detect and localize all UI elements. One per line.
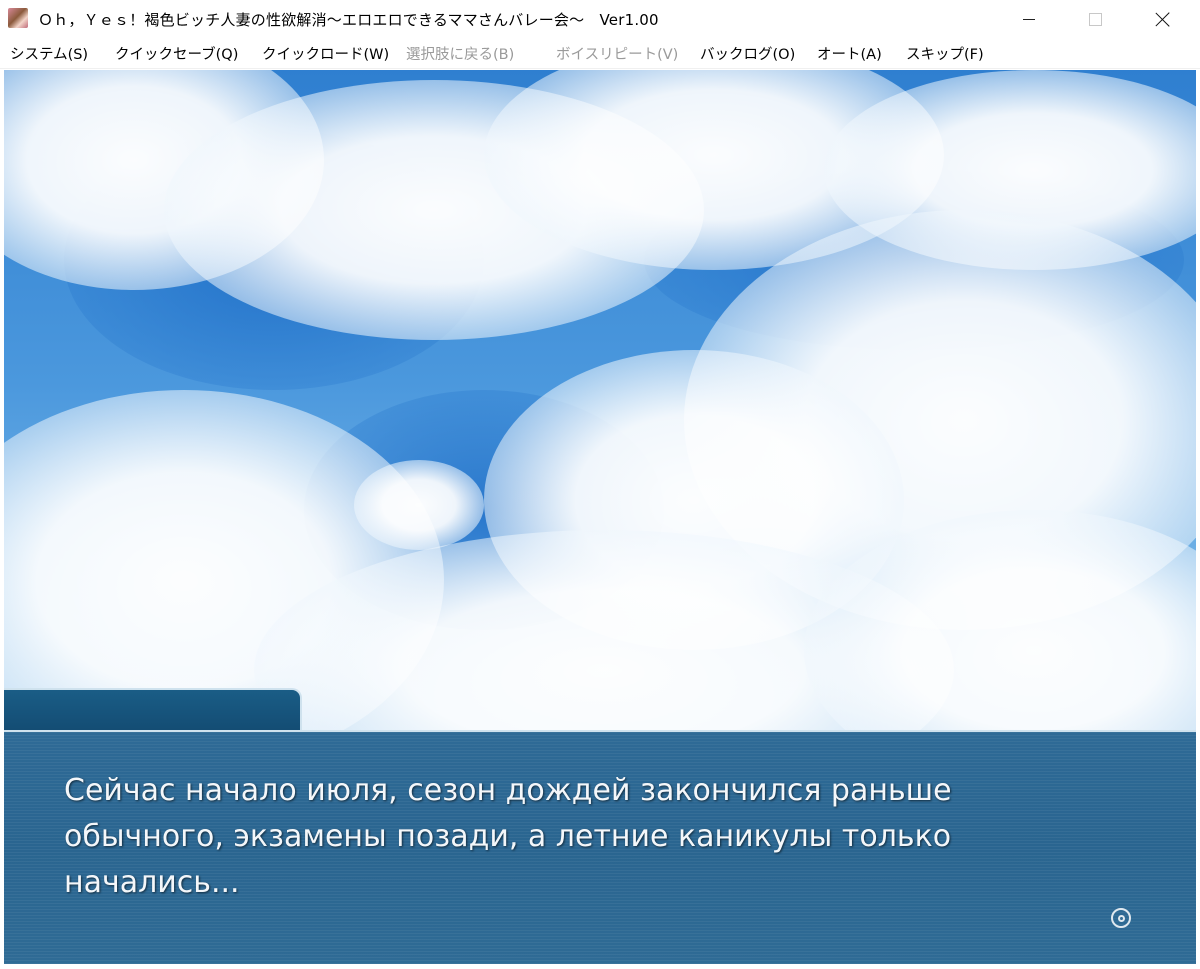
next-page-icon[interactable] <box>1111 908 1131 928</box>
menu-quick-load[interactable]: クイックロード(W) <box>262 43 389 64</box>
close-icon <box>1155 11 1171 27</box>
window-title: Ｏｈ，Ｙｅｓ！褐色ビッチ人妻の性欲解消～エロエロできるママさんバレー会～ Ver… <box>38 11 659 29</box>
maximize-icon <box>1088 12 1102 26</box>
menu-skip[interactable]: スキップ(F) <box>906 43 984 64</box>
maximize-button[interactable] <box>1062 0 1128 38</box>
menu-quick-save[interactable]: クイックセーブ(Q) <box>115 43 238 64</box>
message-line: начались... <box>64 865 240 900</box>
menu-bar: システム(S) クイックセーブ(Q) クイックロード(W) 選択肢に戻る(B) … <box>0 38 1200 69</box>
menu-return-to-choice: 選択肢に戻る(B) <box>406 47 515 63</box>
message-text: Сейчас начало июля, сезон дождей закончи… <box>64 768 1024 906</box>
menu-auto[interactable]: オート(A) <box>817 43 882 64</box>
cloud <box>354 460 484 550</box>
minimize-icon <box>1023 18 1035 20</box>
menu-voice-repeat: ボイスリピート(V) <box>556 47 679 63</box>
message-window[interactable]: Сейчас начало июля, сезон дождей закончи… <box>4 730 1196 964</box>
menu-backlog[interactable]: バックログ(O) <box>700 43 795 64</box>
message-line: Сейчас начало июля, сезон дождей закончи… <box>64 773 952 808</box>
close-button[interactable] <box>1130 0 1196 38</box>
speaker-name-tab <box>4 688 302 734</box>
menu-system[interactable]: システム(S) <box>10 43 88 64</box>
message-line: обычного, экзамены позади, а летние кани… <box>64 819 952 854</box>
game-screen[interactable]: Сейчас начало июля, сезон дождей закончи… <box>4 70 1196 964</box>
title-bar[interactable]: Ｏｈ，Ｙｅｓ！褐色ビッチ人妻の性欲解消～エロエロできるママさんバレー会～ Ver… <box>0 0 1200 38</box>
minimize-button[interactable] <box>996 0 1062 38</box>
window-bottom-border <box>0 964 1200 969</box>
app-icon[interactable] <box>8 8 28 28</box>
game-window: Ｏｈ，Ｙｅｓ！褐色ビッチ人妻の性欲解消～エロエロできるママさんバレー会～ Ver… <box>0 0 1200 969</box>
